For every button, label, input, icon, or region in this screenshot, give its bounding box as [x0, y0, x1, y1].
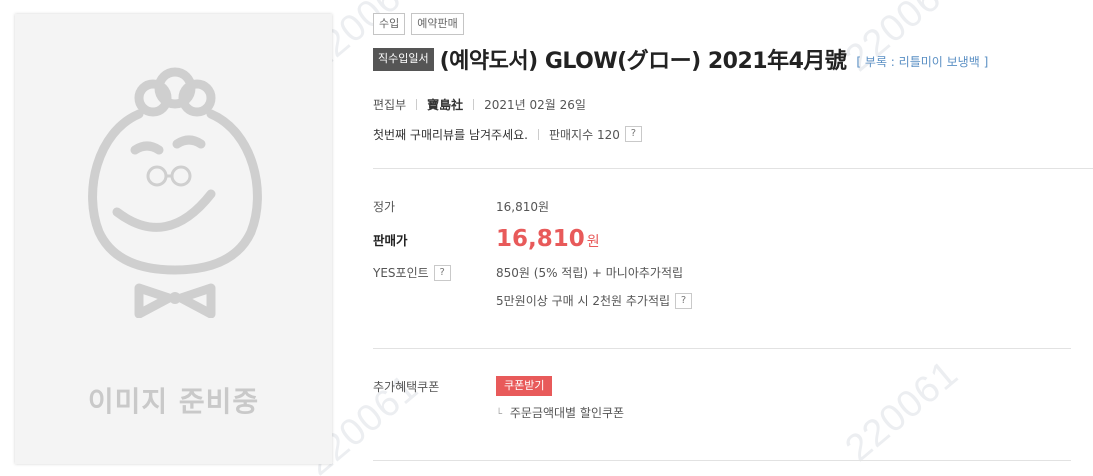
list-price-row: 정가 16,810원 [373, 198, 549, 215]
badge-import: 수입 [373, 13, 406, 35]
points-extra-help-icon[interactable]: ? [675, 292, 693, 309]
sale-price-label: 판매가 [373, 232, 408, 248]
divider [537, 128, 539, 140]
review-row: 첫번째 구매리뷰를 남겨주세요. 판매지수 120 ? [373, 125, 1093, 143]
points-row: YES포인트 ? 850원 (5% 적립) + 마니아추가적립 [373, 264, 683, 281]
product-info: 수입 예약판매 직수입일서 (예약도서) GLOW(グロー) 2021年4月號 … [373, 13, 1093, 143]
watermark: 220061 [837, 352, 967, 470]
sales-index-help-icon[interactable]: ? [624, 126, 642, 142]
image-placeholder-text: 이미지 준비중 [87, 385, 260, 418]
coupon-sub-row: └ 주문금액대별 할인쿠폰 [496, 404, 624, 421]
badge-preorder: 예약판매 [411, 13, 464, 35]
points-extra-value: 5만원이상 구매 시 2천원 추가적립 [496, 294, 671, 308]
placeholder-character-icon [88, 67, 262, 318]
section-divider [373, 460, 1071, 461]
product-meta: 편집부 寶島社 2021년 02월 26일 [373, 95, 1093, 113]
badge-row: 수입 예약판매 [373, 13, 1093, 35]
sale-price-unit: 원 [586, 234, 600, 250]
tree-branch-icon: └ [496, 409, 503, 420]
sale-price-row: 판매가 16,810 원 [373, 226, 600, 252]
get-coupon-button[interactable]: 쿠폰받기 [496, 376, 553, 396]
divider [416, 98, 418, 110]
section-divider [373, 168, 1093, 169]
write-review-link[interactable]: 첫번째 구매리뷰를 남겨주세요. [373, 126, 528, 143]
author-link[interactable]: 편집부 [373, 96, 406, 113]
divider [473, 98, 475, 110]
sale-price-value: 16,810 [496, 226, 585, 252]
points-label: YES포인트 [373, 266, 429, 280]
points-extra-row: 5만원이상 구매 시 2천원 추가적립 ? [496, 292, 693, 309]
product-title: (예약도서) GLOW(グロー) 2021年4月號 [439, 49, 847, 74]
list-price-value: 16,810원 [496, 200, 550, 214]
coupon-sub-link[interactable]: 주문금액대별 할인쿠폰 [510, 406, 624, 420]
direct-import-tag: 직수입일서 [373, 47, 434, 71]
product-subtitle: [ 부록 : 리틀미이 보냉백 ] [856, 54, 989, 69]
title-row: 직수입일서 (예약도서) GLOW(グロー) 2021年4月號 [ 부록 : 리… [373, 43, 1093, 75]
points-value: 850원 (5% 적립) + 마니아추가적립 [496, 266, 684, 280]
publisher-link[interactable]: 寶島社 [427, 96, 463, 113]
points-label-wrap: YES포인트 ? [373, 264, 496, 281]
list-price-label: 정가 [373, 200, 396, 214]
coupon-row: 추가혜택쿠폰 쿠폰받기 [373, 376, 553, 396]
sales-index: 판매지수 120 [548, 127, 620, 142]
section-divider [373, 348, 1071, 349]
points-help-icon[interactable]: ? [433, 264, 451, 281]
coupon-label: 추가혜택쿠폰 [373, 379, 440, 394]
publish-date: 2021년 02월 26일 [484, 97, 586, 112]
product-cover-placeholder: 이미지 준비중 [15, 14, 332, 464]
